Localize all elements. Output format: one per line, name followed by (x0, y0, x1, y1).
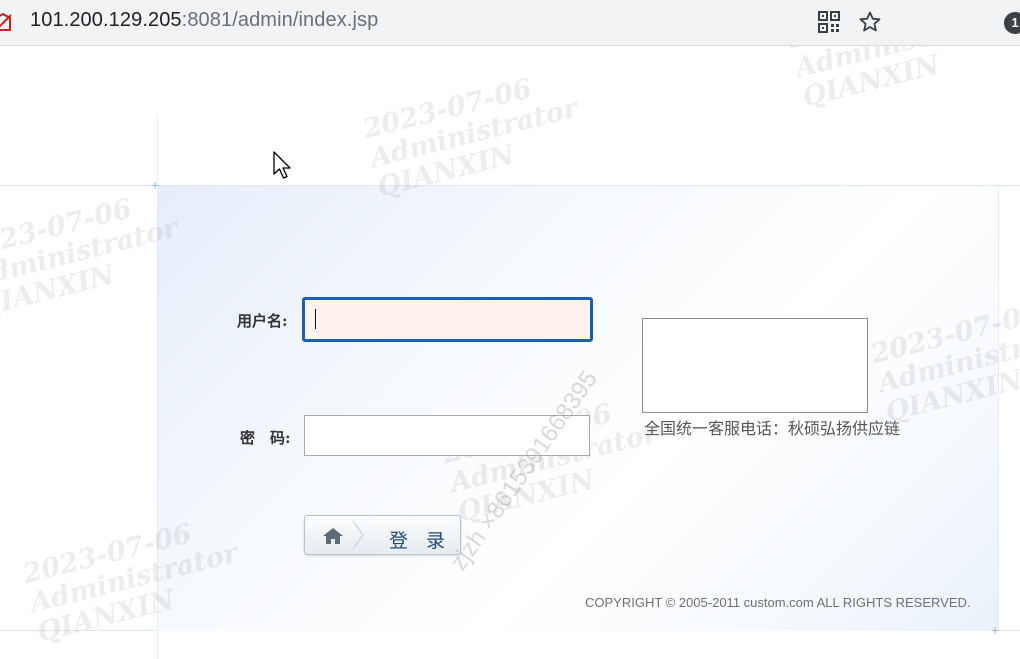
watermark: 2023-07-06 Administrator QIANXIN (785, 46, 1006, 114)
mouse-cursor-icon (273, 151, 291, 179)
star-icon[interactable] (858, 10, 882, 34)
username-input[interactable] (302, 297, 593, 342)
watermark: 2023-07-06 Administrator QIANXIN (359, 73, 581, 204)
site-info-icon[interactable] (0, 12, 12, 32)
home-icon (323, 528, 343, 544)
extension-badge[interactable]: 1 (1004, 12, 1020, 34)
login-panel (157, 186, 999, 631)
copyright-text: COPYRIGHT © 2005-2011 custom.com ALL RIG… (585, 595, 971, 610)
login-button-label: 登 录 (389, 530, 452, 552)
login-button[interactable]: 登 录 (304, 515, 461, 555)
qr-code-icon[interactable] (818, 11, 840, 33)
captcha-image (642, 318, 868, 413)
corner-mark: + (991, 622, 1000, 638)
divider-line (157, 116, 158, 659)
corner-mark: + (151, 177, 160, 193)
button-separator (352, 520, 364, 550)
url-text[interactable]: 101.200.129.205:8081/admin/index.jsp (30, 9, 378, 32)
url-path: :8081/admin/index.jsp (181, 9, 379, 31)
url-host: 101.200.129.205 (30, 9, 182, 31)
address-bar[interactable]: 101.200.129.205:8081/admin/index.jsp 1 (0, 0, 1020, 46)
password-input[interactable] (304, 415, 590, 456)
password-label: 密 码: (240, 429, 291, 447)
username-label: 用户名: (237, 312, 288, 330)
text-caret (315, 309, 316, 329)
service-hotline-text: 全国统一客服电话：秋硕弘扬供应链 (644, 419, 901, 438)
